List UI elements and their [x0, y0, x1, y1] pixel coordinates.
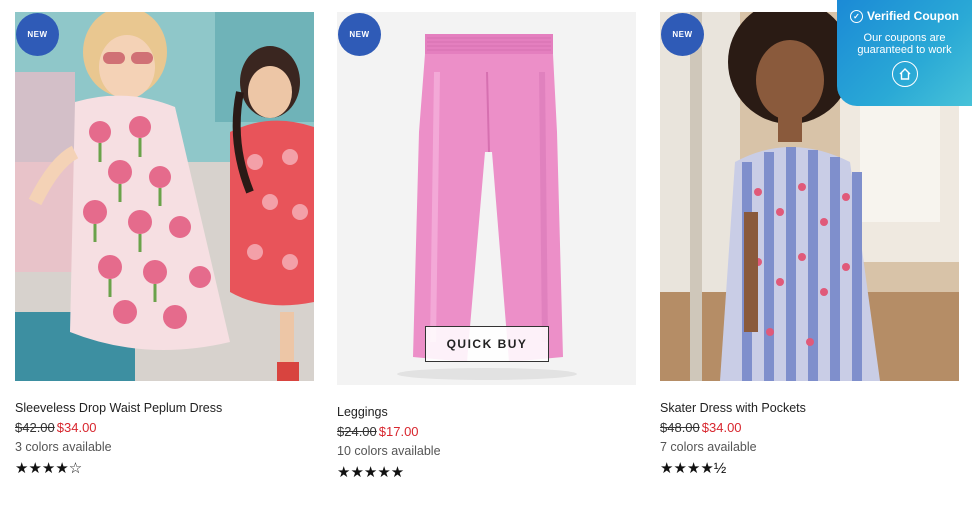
original-price: $24.00: [337, 424, 377, 439]
star-rating: ★★★★★: [337, 464, 405, 481]
product-image[interactable]: NEW: [15, 12, 314, 381]
product-title[interactable]: Sleeveless Drop Waist Peplum Dress: [15, 401, 314, 416]
sale-price: $17.00: [378, 424, 419, 439]
new-badge: NEW: [338, 13, 381, 56]
new-badge: NEW: [661, 13, 704, 56]
sale-price: $34.00: [701, 420, 742, 435]
colors-available: 10 colors available: [337, 444, 441, 458]
quick-buy-button[interactable]: QUICK BUY: [425, 326, 549, 362]
product-card[interactable]: NEW QUICK BUY Leggings $24.00 $17.00 10 c…: [337, 12, 636, 481]
original-price: $48.00: [660, 420, 700, 435]
product-grid: NEW Sleeveless Drop Waist Peplum Dress $…: [0, 0, 972, 513]
star-rating: ★★★★☆: [15, 460, 83, 477]
coupon-message: Our coupons are guaranteed to work: [857, 32, 952, 56]
new-badge: NEW: [16, 13, 59, 56]
verified-coupon-widget[interactable]: ✓ Verified Coupon Our coupons are guaran…: [837, 0, 972, 106]
product-image[interactable]: NEW QUICK BUY: [337, 12, 636, 385]
colors-available: 7 colors available: [660, 440, 757, 454]
price-row: $24.00 $17.00: [337, 424, 636, 440]
home-icon[interactable]: [891, 61, 918, 87]
price-row: $48.00 $34.00: [660, 420, 959, 436]
original-price: $42.00: [15, 420, 55, 435]
coupon-title: Verified Coupon: [866, 9, 959, 23]
price-row: $42.00 $34.00: [15, 420, 314, 436]
star-rating: ★★★★½: [660, 460, 727, 477]
girls-in-tulip-dresses-photo: [15, 12, 314, 381]
product-title[interactable]: Skater Dress with Pockets: [660, 401, 959, 416]
product-title[interactable]: Leggings: [337, 405, 636, 420]
product-card[interactable]: NEW Sleeveless Drop Waist Peplum Dress $…: [15, 12, 314, 477]
sale-price: $34.00: [56, 420, 97, 435]
colors-available: 3 colors available: [15, 440, 112, 454]
coupon-header: ✓ Verified Coupon: [837, 9, 972, 23]
check-circle-icon: ✓: [849, 9, 863, 23]
